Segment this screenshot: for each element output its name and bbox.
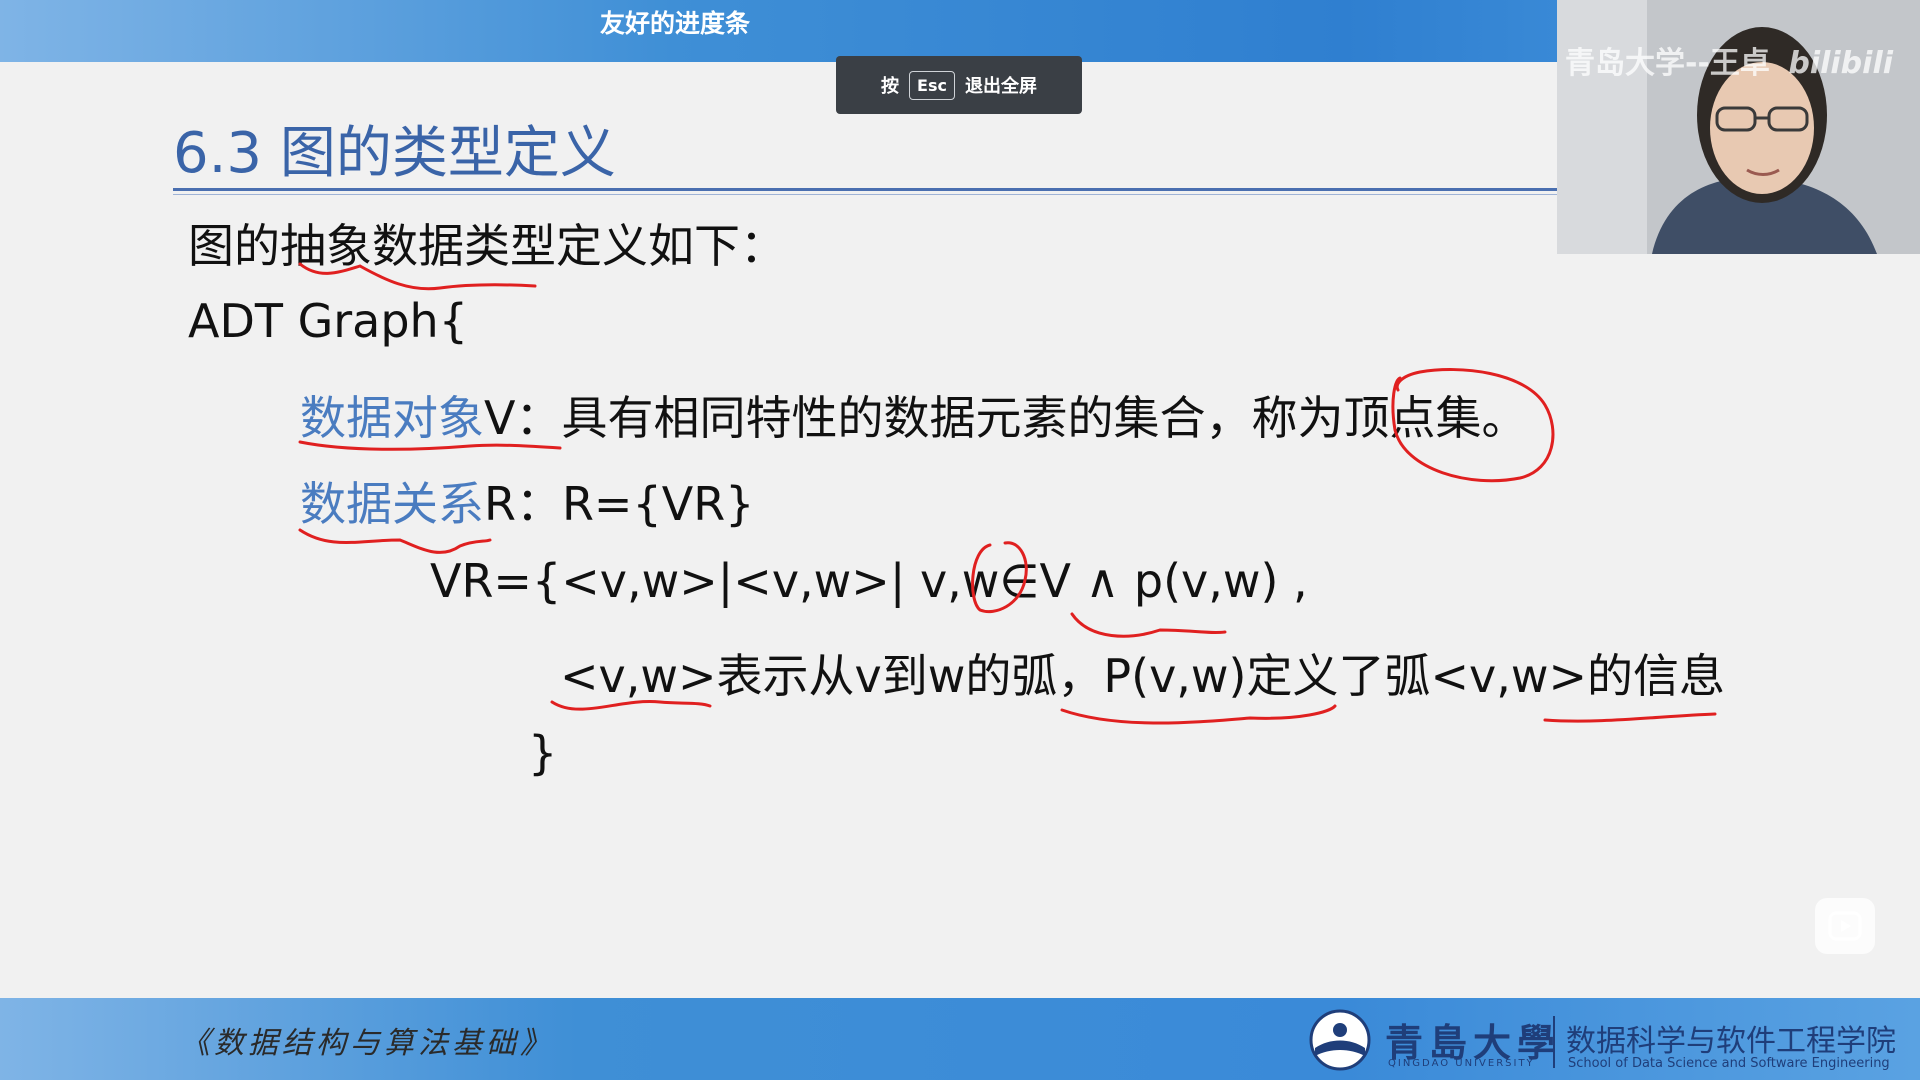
- slide-title: 6.3 图的类型定义: [173, 121, 616, 186]
- data-object-line: 数据对象V：具有相同特性的数据元素的集合，称为顶点集。: [300, 382, 1527, 448]
- watermark-text: 青岛大学--王卓: [1565, 46, 1770, 81]
- video-title: 友好的进度条: [599, 9, 750, 38]
- toast-suffix: 退出全屏: [964, 76, 1037, 97]
- data-object-label: 数据对象: [300, 391, 484, 445]
- intro-line: 图的抽象数据类型定义如下：: [188, 219, 786, 273]
- data-relation-text: R：R={VR}: [484, 477, 755, 531]
- bilibili-logo: bilibili: [1788, 46, 1894, 81]
- course-title: 《数据结构与算法基础》: [180, 1026, 554, 1061]
- annotation-underline-info: [1543, 712, 1717, 723]
- data-relation-line: 数据关系R：R={VR}: [300, 468, 754, 534]
- toast-prefix: 按: [881, 76, 900, 97]
- university-seal-icon: [1309, 1009, 1371, 1071]
- close-brace: }: [528, 726, 558, 780]
- presenter-webcam: 青岛大学--王卓 bilibili: [1557, 0, 1920, 254]
- vr-definition-line: VR={<v,w>|<v,w>| v,w∈V ∧ p(v,w) ,: [430, 554, 1308, 608]
- exit-fullscreen-toast: 按 Esc 退出全屏: [836, 56, 1082, 114]
- title-divider-thin: [173, 194, 1558, 195]
- university-name-en: QINGDAO UNIVERSITY: [1388, 1058, 1535, 1069]
- annotation-underline-pvw: [1060, 704, 1337, 725]
- slide-footer-bar: 《数据结构与算法基础》 青島大學 QINGDAO UNIVERSITY 数据科学…: [0, 998, 1920, 1080]
- arc-description-line: <v,w>表示从v到w的弧，P(v,w)定义了弧<v,w>的信息: [560, 649, 1726, 703]
- data-object-text: V：具有相同特性的数据元素的集合，称为顶点集。: [484, 391, 1528, 445]
- play-button[interactable]: [1815, 898, 1875, 954]
- webcam-watermark: 青岛大学--王卓 bilibili: [1565, 38, 1893, 82]
- adt-open-line: ADT Graph{: [188, 294, 468, 348]
- play-icon: [1828, 911, 1862, 941]
- data-relation-label: 数据关系: [300, 477, 484, 531]
- title-divider: [173, 188, 1558, 191]
- school-name-cn: 数据科学与软件工程学院: [1566, 1024, 1896, 1059]
- annotation-underline-p: [1070, 612, 1227, 638]
- footer-divider: [1553, 1016, 1555, 1068]
- school-name-en: School of Data Science and Software Engi…: [1568, 1056, 1890, 1071]
- esc-key-badge: Esc: [909, 70, 955, 100]
